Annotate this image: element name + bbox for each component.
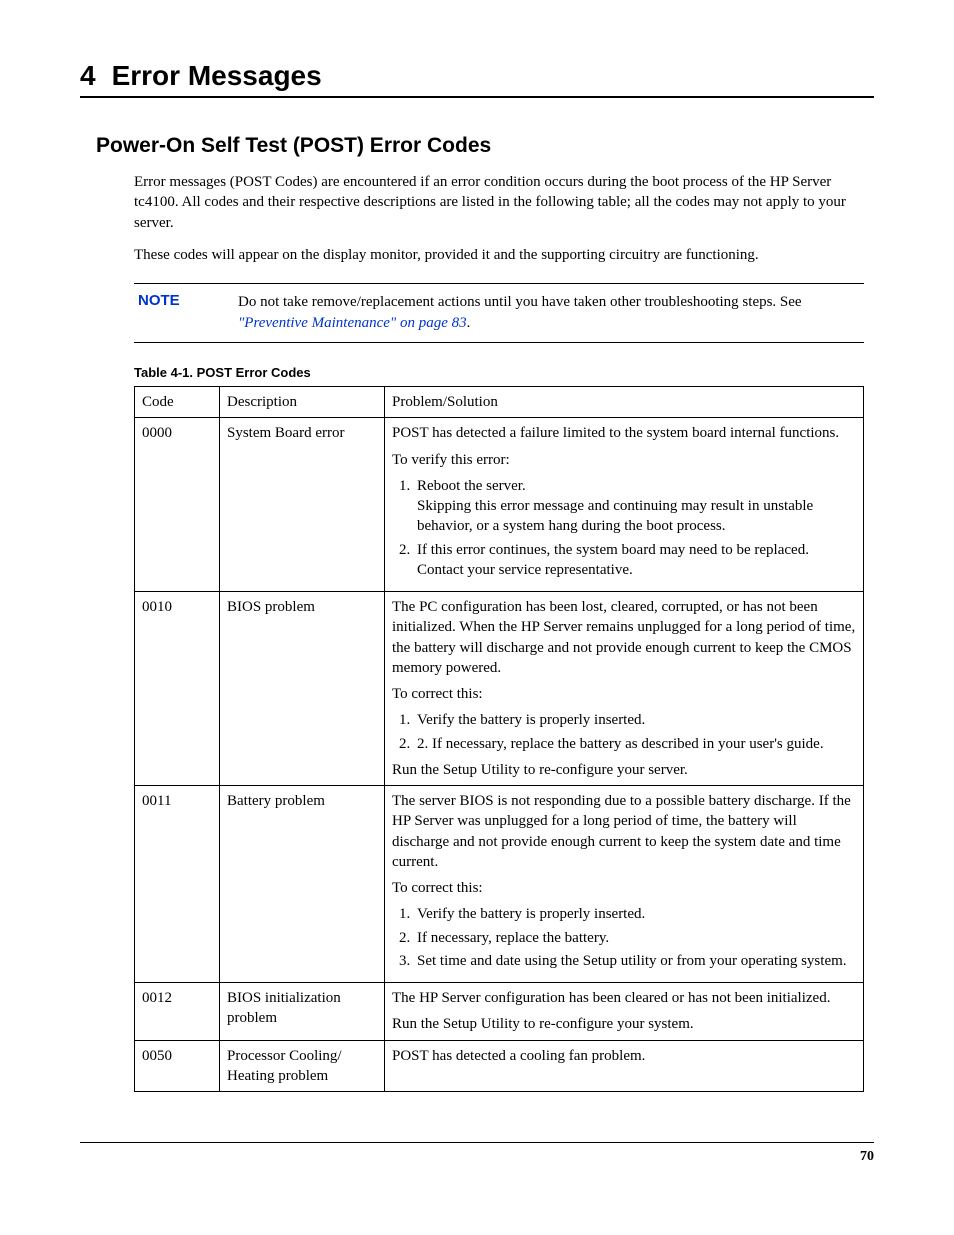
solution-text: The server BIOS is not responding due to… — [392, 791, 856, 872]
solution-text: To verify this error: — [392, 450, 856, 470]
solution-text: POST has detected a cooling fan problem. — [392, 1046, 856, 1066]
note-text-a: Do not take remove/replacement actions u… — [238, 294, 802, 310]
step-text: Skipping this error message and continui… — [417, 498, 813, 534]
body-content: Error messages (POST Codes) are encounte… — [134, 172, 864, 1092]
note-link[interactable]: "Preventive Maintenance" on page 83 — [238, 315, 467, 331]
table-row: 0000 System Board error POST has detecte… — [135, 418, 864, 592]
solution-text: Run the Setup Utility to re-configure yo… — [392, 760, 856, 780]
solution-text: POST has detected a failure limited to t… — [392, 423, 856, 443]
cell-solution: The HP Server configuration has been cle… — [385, 983, 864, 1041]
step-item: If this error continues, the system boar… — [414, 540, 856, 581]
chapter-number: 4 — [80, 60, 96, 92]
intro-paragraph-2: These codes will appear on the display m… — [134, 245, 864, 265]
solution-text: The HP Server configuration has been cle… — [392, 988, 856, 1008]
cell-solution: POST has detected a cooling fan problem. — [385, 1040, 864, 1092]
header-description: Description — [220, 387, 385, 418]
cell-solution: The server BIOS is not responding due to… — [385, 786, 864, 983]
cell-code: 0050 — [135, 1040, 220, 1092]
page-footer: 70 — [80, 1142, 874, 1165]
step-text: Reboot the server. — [417, 478, 526, 494]
table-header-row: Code Description Problem/Solution — [135, 387, 864, 418]
post-error-table: Code Description Problem/Solution 0000 S… — [134, 386, 864, 1092]
intro-paragraph-1: Error messages (POST Codes) are encounte… — [134, 172, 864, 233]
step-item: Set time and date using the Setup utilit… — [414, 951, 856, 971]
page-number: 70 — [860, 1149, 874, 1164]
chapter-header: 4 Error Messages — [80, 60, 874, 98]
solution-steps: Verify the battery is properly inserted.… — [392, 904, 856, 971]
note-label: NOTE — [134, 292, 238, 309]
note-box: NOTE Do not take remove/replacement acti… — [134, 283, 864, 343]
solution-text: To correct this: — [392, 684, 856, 704]
table-row: 0011 Battery problem The server BIOS is … — [135, 786, 864, 983]
step-item: Verify the battery is properly inserted. — [414, 904, 856, 924]
table-caption: Table 4-1. POST Error Codes — [134, 365, 864, 380]
cell-solution: The PC configuration has been lost, clea… — [385, 592, 864, 786]
cell-description: Processor Cooling/ Heating problem — [220, 1040, 385, 1092]
cell-code: 0011 — [135, 786, 220, 983]
step-item: Verify the battery is properly inserted. — [414, 710, 856, 730]
cell-code: 0012 — [135, 983, 220, 1041]
solution-text: To correct this: — [392, 878, 856, 898]
table-row: 0010 BIOS problem The PC configuration h… — [135, 592, 864, 786]
note-text-b: . — [467, 315, 471, 331]
cell-description: System Board error — [220, 418, 385, 592]
cell-description: Battery problem — [220, 786, 385, 983]
header-solution: Problem/Solution — [385, 387, 864, 418]
chapter-title: Error Messages — [112, 60, 322, 92]
table-row: 0050 Processor Cooling/ Heating problem … — [135, 1040, 864, 1092]
solution-steps: Verify the battery is properly inserted.… — [392, 710, 856, 754]
cell-description: BIOS problem — [220, 592, 385, 786]
step-item: 2. If necessary, replace the battery as … — [414, 734, 856, 754]
section-title: Power-On Self Test (POST) Error Codes — [96, 134, 874, 158]
solution-steps: Reboot the server. Skipping this error m… — [392, 476, 856, 580]
cell-description: BIOS initialization problem — [220, 983, 385, 1041]
solution-text: The PC configuration has been lost, clea… — [392, 597, 856, 678]
step-item: Reboot the server. Skipping this error m… — [414, 476, 856, 537]
table-row: 0012 BIOS initialization problem The HP … — [135, 983, 864, 1041]
step-item: If necessary, replace the battery. — [414, 928, 856, 948]
cell-code: 0000 — [135, 418, 220, 592]
note-text: Do not take remove/replacement actions u… — [238, 292, 864, 334]
solution-text: Run the Setup Utility to re-configure yo… — [392, 1014, 856, 1034]
header-code: Code — [135, 387, 220, 418]
cell-solution: POST has detected a failure limited to t… — [385, 418, 864, 592]
cell-code: 0010 — [135, 592, 220, 786]
